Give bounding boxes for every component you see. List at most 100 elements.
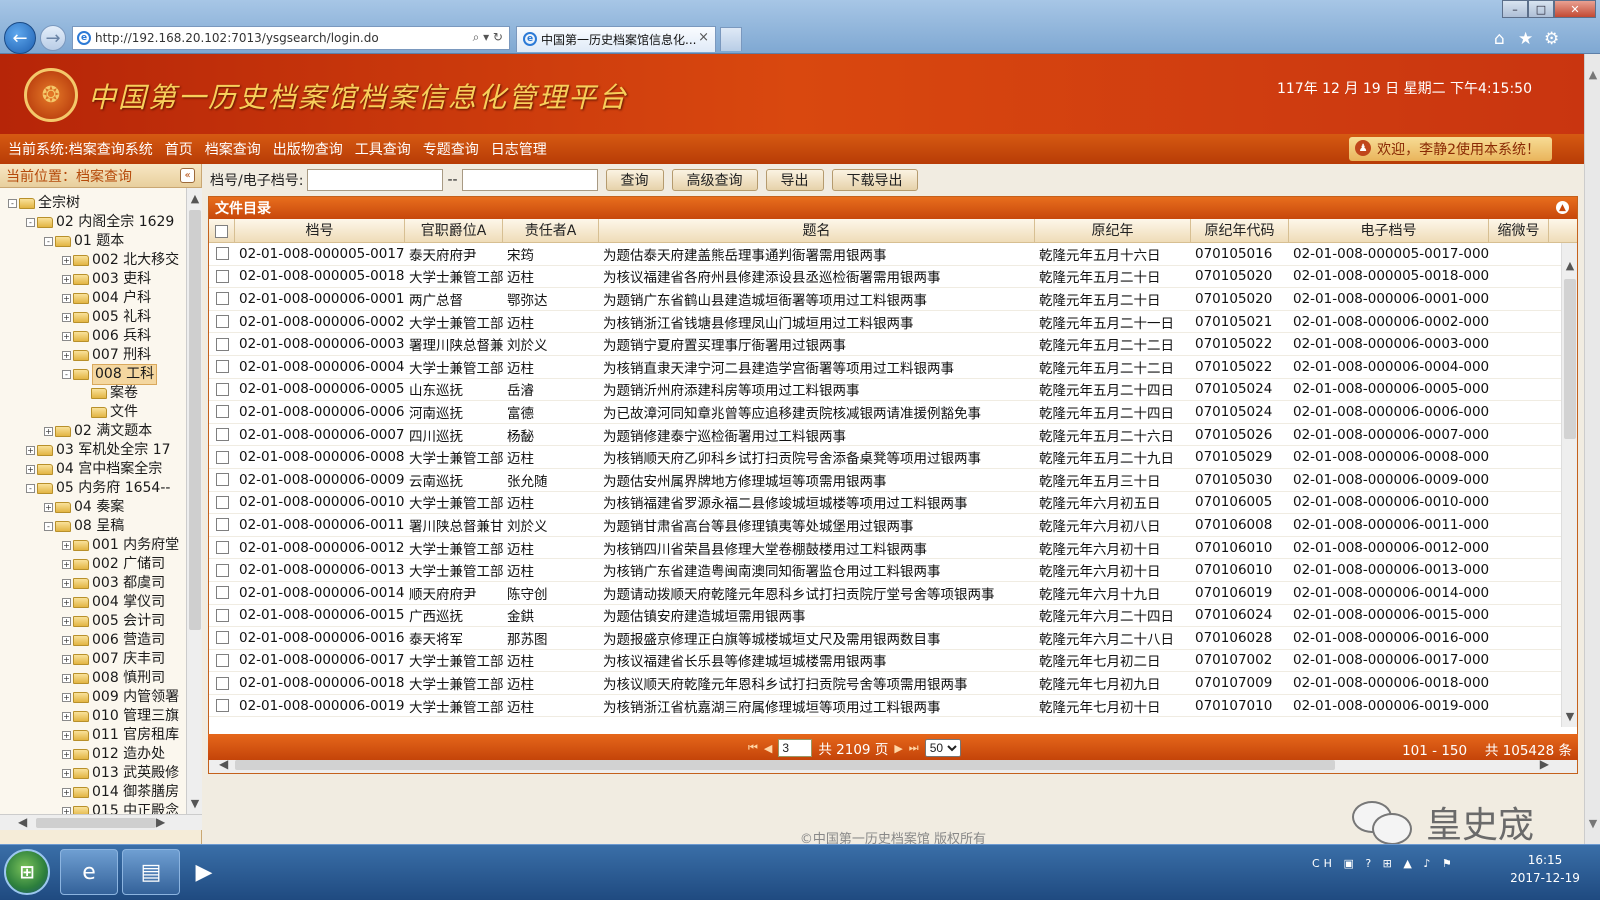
tree-node-label[interactable]: 01 题本 — [74, 232, 124, 251]
tree-node-label[interactable]: 012 造办处 — [92, 745, 165, 764]
table-row[interactable]: 02-01-008-000006-0013 大学士兼管工部 迈柱 为核销广东省建造粤闽… — [209, 559, 1577, 582]
system-tray[interactable]: CH ▣ ? ⊞ ▲ ♪ ⚑ — [1312, 857, 1456, 870]
maximize-icon[interactable]: □ — [1528, 0, 1554, 18]
row-checkbox[interactable] — [215, 518, 229, 532]
tree-node-label[interactable]: 006 营造司 — [92, 631, 165, 650]
row-checkbox[interactable] — [215, 405, 229, 419]
tree-vertical-scrollbar[interactable]: ▲ ▼ — [186, 188, 202, 814]
expand-node-icon[interactable]: + — [62, 788, 71, 797]
tree-node-label[interactable]: 007 庆丰司 — [92, 650, 165, 669]
row-checkbox[interactable] — [215, 315, 229, 329]
collapse-node-icon[interactable]: - — [44, 237, 53, 246]
scroll-down-icon[interactable]: ▼ — [1564, 710, 1576, 723]
table-row[interactable]: 02-01-008-000006-0004 大学士兼管工部 迈柱 为核销直隶天津宁河二… — [209, 356, 1577, 379]
explorer-folder-icon[interactable]: ▤ — [122, 849, 180, 895]
start-button[interactable]: ⊞ — [4, 849, 50, 895]
tree-node[interactable]: - 02 内阁全宗 1629 — [0, 213, 186, 232]
tree-node-label[interactable]: 006 兵科 — [92, 327, 151, 346]
tree-node[interactable]: +006 营造司 — [0, 631, 186, 650]
expand-node-icon[interactable]: + — [26, 446, 35, 455]
table-row[interactable]: 02-01-008-000006-0016 泰天将军 那苏图 为题报盛京修理正白旗等城… — [209, 627, 1577, 650]
scroll-thumb[interactable] — [189, 210, 201, 630]
row-checkbox[interactable] — [215, 269, 229, 283]
tree-node-label[interactable]: 004 掌仪司 — [92, 593, 165, 612]
column-header[interactable]: 电子档号 — [1289, 219, 1489, 243]
expand-node-icon[interactable]: + — [62, 332, 71, 341]
column-header[interactable]: 官职爵位A — [405, 219, 503, 243]
tree-node-label[interactable]: 08 呈稿 — [74, 517, 124, 536]
gear-icon[interactable]: ⚙ — [1544, 29, 1559, 49]
tree-node[interactable]: +007 刑科 — [0, 346, 186, 365]
column-header[interactable]: 责任者A — [503, 219, 599, 243]
tree-node-label[interactable]: 008 慎刑司 — [92, 669, 165, 688]
archive-no-to-input[interactable] — [461, 169, 598, 191]
tree-node-label[interactable]: 04 宫中档案全宗 — [56, 460, 162, 479]
next-page-icon[interactable]: ▶ — [894, 742, 902, 755]
tree-node-label[interactable]: 003 吏科 — [92, 270, 151, 289]
first-page-icon[interactable]: ⏮ — [748, 741, 758, 755]
tree-node[interactable]: 案卷 — [0, 384, 186, 403]
table-row[interactable]: 02-01-008-000006-0012 大学士兼管工部 迈柱 为核销四川省荣昌县修… — [209, 537, 1577, 560]
collapse-node-icon[interactable]: - — [62, 370, 71, 379]
row-checkbox[interactable] — [215, 473, 229, 487]
expand-node-icon[interactable]: + — [62, 636, 71, 645]
tree-node[interactable]: +012 造办处 — [0, 745, 186, 764]
select-all-checkbox[interactable] — [215, 224, 228, 238]
table-row[interactable]: 02-01-008-000006-0008 大学士兼管工部 迈柱 为核销顺天府乙卯科乡… — [209, 446, 1577, 469]
tree-node[interactable]: +015 中正殿念 — [0, 802, 186, 814]
prev-page-icon[interactable]: ◀ — [764, 742, 772, 755]
table-row[interactable]: 02-01-008-000006-0018 大学士兼管工部 迈柱 为核议顺天府乾隆元年… — [209, 672, 1577, 695]
expand-node-icon[interactable]: + — [62, 693, 71, 702]
row-checkbox[interactable] — [215, 337, 229, 351]
tree-node[interactable]: +014 御茶膳房 — [0, 783, 186, 802]
tree-node-label[interactable]: 案卷 — [110, 384, 138, 403]
table-row[interactable]: 02-01-008-000006-0009 云南巡抚 张允随 为题估安州属界牌地方修理… — [209, 469, 1577, 492]
page-size-select[interactable]: 50 — [924, 739, 961, 757]
tree-node[interactable]: +001 内务府堂 — [0, 536, 186, 555]
table-row[interactable]: 02-01-008-000006-0007 四川巡抚 杨馝 为题销修建泰宁巡检衙署用过… — [209, 424, 1577, 447]
column-header[interactable]: 原纪年代码 — [1191, 219, 1289, 243]
collapse-node-icon[interactable]: - — [26, 484, 35, 493]
close-window-icon[interactable]: ✕ — [1554, 0, 1596, 18]
advanced-query-button[interactable]: 高级查询 — [671, 169, 758, 191]
expand-node-icon[interactable]: + — [62, 750, 71, 759]
menu-archive-query[interactable]: 档案查询 — [205, 139, 261, 159]
tree-node-label[interactable]: 011 官房租库 — [92, 726, 179, 745]
scroll-up-icon[interactable]: ▲ — [1564, 259, 1576, 272]
tree-node[interactable]: 文件 — [0, 403, 186, 422]
tree-node[interactable]: +003 都虞司 — [0, 574, 186, 593]
tree-node[interactable]: - 008 工科 — [0, 364, 186, 385]
expand-node-icon[interactable]: + — [62, 560, 71, 569]
page-number-input[interactable] — [778, 739, 813, 757]
expand-node-icon[interactable]: + — [62, 541, 71, 550]
page-vertical-scrollbar[interactable]: ▲ ▼ — [1584, 54, 1600, 844]
tree-node-label[interactable]: 009 内管领署 — [92, 688, 179, 707]
expand-node-icon[interactable]: + — [62, 712, 71, 721]
collapse-grid-icon[interactable]: ▲ — [1556, 201, 1569, 214]
table-row[interactable]: 02-01-008-000006-0019 大学士兼管工部 迈柱 为核销浙江省杭嘉湖三… — [209, 695, 1577, 718]
tree-node[interactable]: +005 礼科 — [0, 308, 186, 327]
expand-node-icon[interactable]: + — [62, 256, 71, 265]
expand-node-icon[interactable]: + — [44, 427, 53, 436]
scroll-thumb[interactable] — [1564, 279, 1576, 439]
tree-node[interactable]: +04 奏案 — [0, 498, 186, 517]
table-row[interactable]: 02-01-008-000006-0011 署川陕总督兼甘 刘於义 为题销甘肃省高台等… — [209, 514, 1577, 537]
tree-node[interactable]: +011 官房租库 — [0, 726, 186, 745]
column-header[interactable]: 缩微号 — [1489, 219, 1549, 243]
table-row[interactable]: 02-01-008-000006-0005 山东巡抚 岳濬 为题销沂州府添建科房等项用… — [209, 379, 1577, 402]
row-checkbox[interactable] — [215, 608, 229, 622]
tree-node[interactable]: - 01 题本 — [0, 232, 186, 251]
scroll-left-icon[interactable]: ◀ — [18, 815, 27, 829]
row-checkbox[interactable] — [215, 563, 229, 577]
tree-node-label[interactable]: 04 奏案 — [74, 498, 124, 517]
scroll-down-icon[interactable]: ▼ — [1587, 817, 1599, 830]
row-checkbox[interactable] — [215, 541, 229, 555]
table-row[interactable]: 02-01-008-000006-0010 大学士兼管工部 迈柱 为核销福建省罗源永福… — [209, 492, 1577, 515]
close-tab-icon[interactable]: × — [698, 30, 709, 45]
row-checkbox[interactable] — [215, 247, 229, 261]
table-row[interactable]: 02-01-008-000005-0017 泰天府府尹 宋筠 为题估泰天府建盖熊岳理事… — [209, 243, 1577, 266]
tree-node[interactable]: +03 军机处全宗 17 — [0, 441, 186, 460]
tree-node[interactable]: +003 吏科 — [0, 270, 186, 289]
row-checkbox[interactable] — [215, 586, 229, 600]
address-bar[interactable]: e http://192.168.20.102:7013/ysgsearch/l… — [72, 26, 510, 50]
